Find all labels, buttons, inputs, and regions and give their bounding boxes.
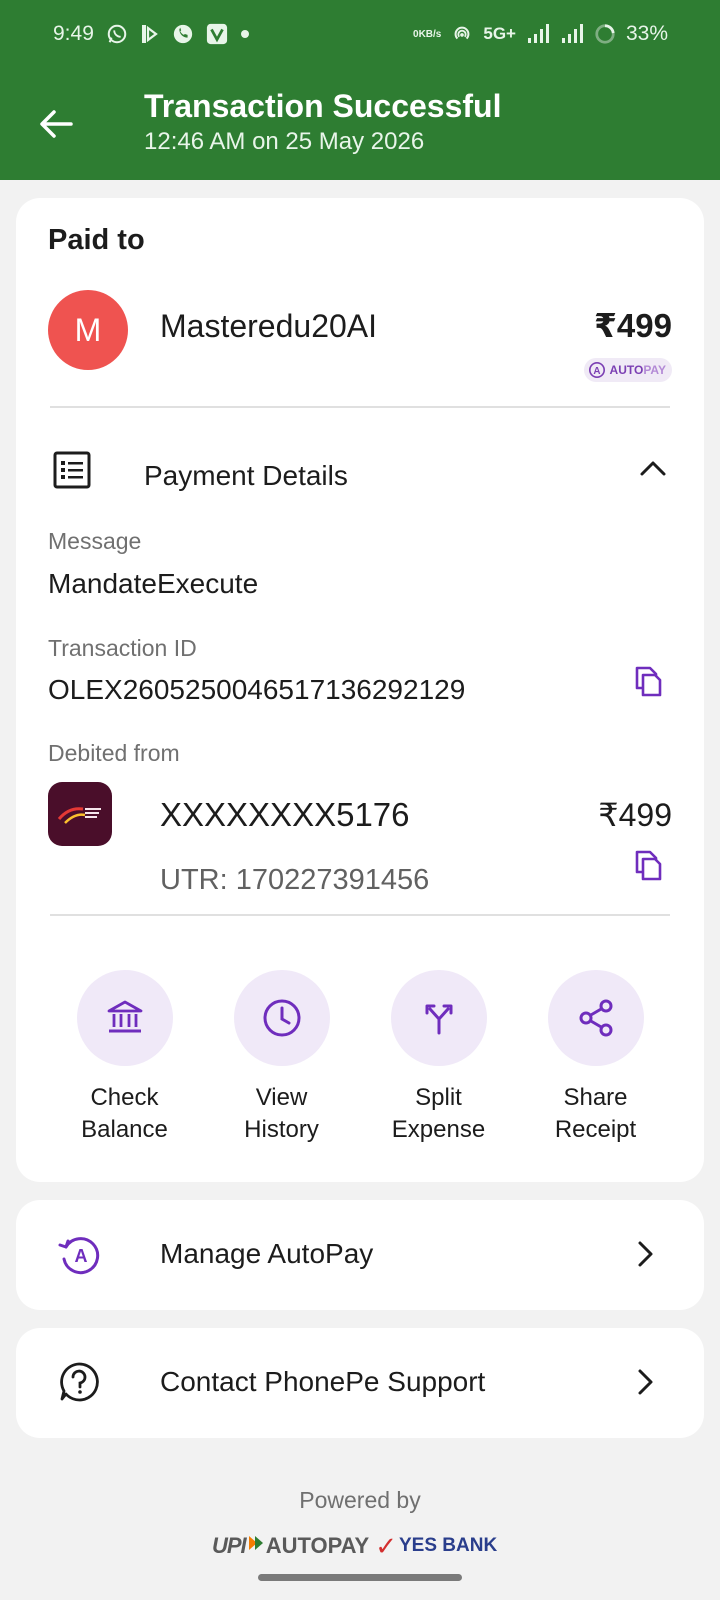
status-time: 9:49 [53,22,94,45]
network-speed: 0 KB/s [413,28,442,40]
manage-autopay-row[interactable]: A Manage AutoPay [16,1200,704,1310]
page-title: Transaction Successful [144,88,502,124]
battery-icon [594,23,616,45]
account-number: XXXXXXXX5176 [160,796,410,833]
quick-actions: Check Balance View History Split Expense [16,970,704,1146]
manage-autopay-label: Manage AutoPay [160,1238,374,1269]
chevron-up-icon [640,461,666,476]
whatsapp-icon [106,23,128,45]
split-icon [425,1004,452,1035]
autopay-icon: A [58,1237,100,1275]
more-notifications-dot [240,29,250,39]
svg-text:A: A [75,1246,88,1266]
split-expense-label: Split Expense [391,1084,486,1143]
status-bar: 9:49 0 KB/s 5G+ 33% [0,0,720,68]
view-history-button[interactable]: View History [204,970,360,1146]
avatar: M [48,290,128,370]
powered-by-label: Powered by [299,1487,421,1513]
divider [50,406,670,408]
upi-autopay-logo: UPI AUTOPAY [212,1533,370,1558]
hotspot-icon [451,23,473,45]
arrow-left-icon [40,110,73,138]
svg-text:A: A [593,366,600,377]
contact-support-row[interactable]: Contact PhonePe Support [16,1328,704,1438]
paid-amount: ₹499 [593,307,672,344]
yes-bank-logo: ✓ YES BANK [375,1530,498,1561]
signal-icon-2 [560,23,584,45]
back-button[interactable] [36,104,76,144]
transaction-datetime: 12:46 AM on 25 May 2026 [144,128,425,155]
debited-from-label: Debited from [48,740,180,766]
transaction-id-label: Transaction ID [48,635,197,661]
chevron-right-icon [638,1369,653,1395]
transaction-id-value: OLEX26052500465171362921​29 [48,674,466,705]
share-icon [579,999,612,1037]
share-receipt-label: Share Receipt [554,1084,637,1143]
help-icon [60,1362,99,1402]
view-history-label: View History [244,1084,319,1143]
paid-to-heading: Paid to [48,224,145,256]
check-balance-button[interactable]: Check Balance [47,970,203,1146]
vi-app-icon [206,23,228,45]
autopay-icon: A [588,361,605,379]
badge-pay-text: PAY [643,363,666,377]
bank-icon [107,1000,142,1033]
app-notification-icon [140,23,160,45]
clock-icon [263,999,300,1037]
home-indicator[interactable] [258,1574,462,1581]
utr-number: UTR: 170227391456 [160,864,430,896]
bank-logo [48,782,112,846]
message-value: MandateExecute [48,568,259,599]
contact-support-label: Contact PhonePe Support [160,1366,486,1397]
split-expense-button[interactable]: Split Expense [361,970,517,1146]
payment-details-toggle[interactable]: Payment Details [48,446,672,502]
header: 9:49 0 KB/s 5G+ 33% Transaction Successf… [0,0,720,180]
signal-icon-1 [526,23,550,45]
payment-details-label: Payment Details [144,460,348,491]
check-balance-label: Check Balance [81,1084,168,1143]
partner-logos: UPI AUTOPAY ✓ YES BANK [212,1528,512,1564]
share-receipt-button[interactable]: Share Receipt [518,970,674,1146]
upi-arrow-icon [248,1536,263,1550]
badge-auto-text: AUTO [609,363,644,377]
debited-amount: ₹499 [598,797,672,833]
chevron-right-icon [638,1241,653,1267]
transaction-card: Paid to M Masteredu20AI ₹499 A AUTOPAY P… [16,198,704,1182]
battery-percent: 33% [625,22,668,45]
network-type: 5G+ [483,24,516,43]
copy-transaction-id-icon[interactable] [632,664,664,698]
divider [50,914,670,916]
phone-app-icon [172,23,194,45]
receipt-list-icon [53,451,91,489]
message-label: Message [48,528,142,554]
autopay-badge: A AUTOPAY [583,358,672,382]
payee-name: Masteredu20AI [160,308,378,344]
post-bank-logo-icon [57,807,101,824]
copy-utr-icon[interactable] [632,848,664,882]
